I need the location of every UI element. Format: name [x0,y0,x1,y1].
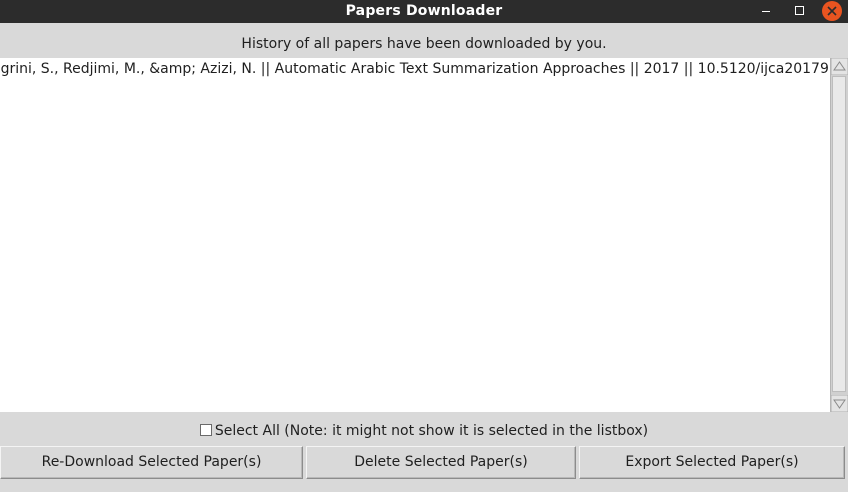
select-all-row: Select All (Note: it might not show it i… [0,421,848,441]
listbox-scrollbar[interactable] [830,58,848,412]
history-heading: History of all papers have been download… [241,36,607,52]
maximize-icon [795,6,804,15]
close-button[interactable] [822,1,842,21]
scroll-down-icon[interactable] [831,395,848,412]
redownload-button[interactable]: Re-Download Selected Paper(s) [0,446,303,479]
select-all-checkbox[interactable] [199,424,212,436]
maximize-button[interactable] [787,0,811,23]
select-all-label[interactable]: Select All (Note: it might not show it i… [215,423,648,439]
scrollbar-thumb[interactable] [832,76,846,392]
export-button[interactable]: Export Selected Paper(s) [579,446,845,479]
history-listbox[interactable]: agrini, S., Redjimi, M., &amp; Azizi, N.… [0,58,830,412]
window-title: Papers Downloader [345,3,503,19]
close-icon [827,6,837,16]
minimize-icon [762,11,770,12]
window-titlebar: Papers Downloader [0,0,848,23]
delete-button[interactable]: Delete Selected Paper(s) [306,446,576,479]
scroll-up-icon[interactable] [831,58,848,75]
list-item[interactable]: agrini, S., Redjimi, M., &amp; Azizi, N.… [0,59,830,79]
minimize-button[interactable] [754,0,778,23]
